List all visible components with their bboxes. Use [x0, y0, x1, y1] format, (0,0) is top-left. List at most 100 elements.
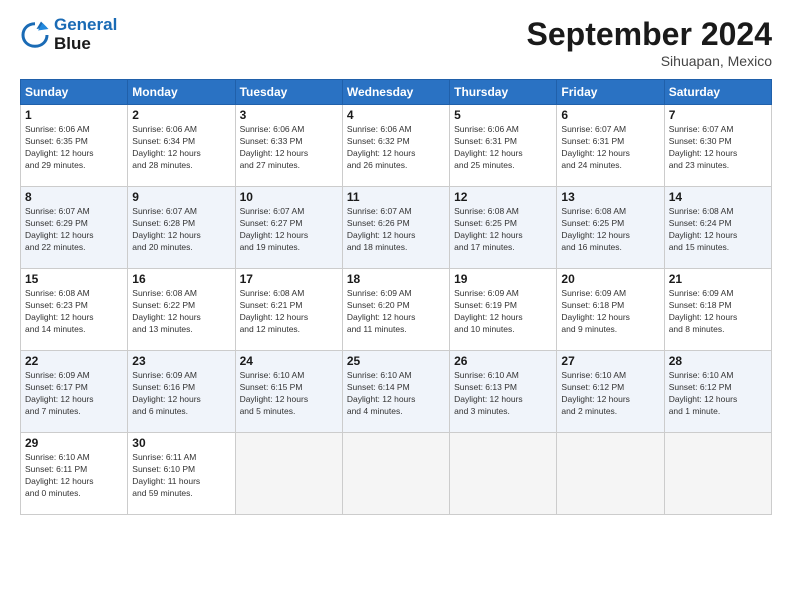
- day-info: Sunrise: 6:10 AM Sunset: 6:11 PM Dayligh…: [25, 452, 123, 500]
- calendar-day-cell: 10 Sunrise: 6:07 AM Sunset: 6:27 PM Dayli…: [235, 187, 342, 269]
- calendar-table: SundayMondayTuesdayWednesdayThursdayFrid…: [20, 79, 772, 515]
- day-number: 21: [669, 272, 767, 286]
- day-number: 10: [240, 190, 338, 204]
- day-number: 28: [669, 354, 767, 368]
- day-number: 5: [454, 108, 552, 122]
- logo: General Blue: [20, 16, 117, 53]
- calendar-day-cell: 28 Sunrise: 6:10 AM Sunset: 6:12 PM Dayli…: [664, 351, 771, 433]
- day-info: Sunrise: 6:07 AM Sunset: 6:30 PM Dayligh…: [669, 124, 767, 172]
- col-header-saturday: Saturday: [664, 80, 771, 105]
- calendar-day-cell: 19 Sunrise: 6:09 AM Sunset: 6:19 PM Dayli…: [450, 269, 557, 351]
- location: Sihuapan, Mexico: [527, 53, 772, 69]
- day-number: 19: [454, 272, 552, 286]
- logo-icon: [20, 20, 50, 50]
- calendar-week-row: 8Sunrise: 6:07 AM Sunset: 6:29 PM Daylig…: [21, 187, 772, 269]
- calendar-day-cell: 26 Sunrise: 6:10 AM Sunset: 6:13 PM Dayli…: [450, 351, 557, 433]
- calendar-day-cell: 21 Sunrise: 6:09 AM Sunset: 6:18 PM Dayli…: [664, 269, 771, 351]
- day-number: 12: [454, 190, 552, 204]
- day-info: Sunrise: 6:09 AM Sunset: 6:19 PM Dayligh…: [454, 288, 552, 336]
- calendar-empty-cell: [342, 433, 449, 515]
- day-number: 3: [240, 108, 338, 122]
- calendar-day-cell: 13 Sunrise: 6:08 AM Sunset: 6:25 PM Dayli…: [557, 187, 664, 269]
- calendar-week-row: 29 Sunrise: 6:10 AM Sunset: 6:11 PM Dayli…: [21, 433, 772, 515]
- day-number: 25: [347, 354, 445, 368]
- day-number: 4: [347, 108, 445, 122]
- day-info: Sunrise: 6:10 AM Sunset: 6:12 PM Dayligh…: [669, 370, 767, 418]
- day-number: 30: [132, 436, 230, 450]
- calendar-header-row: SundayMondayTuesdayWednesdayThursdayFrid…: [21, 80, 772, 105]
- day-number: 7: [669, 108, 767, 122]
- calendar-day-cell: 15 Sunrise: 6:08 AM Sunset: 6:23 PM Dayli…: [21, 269, 128, 351]
- day-number: 6: [561, 108, 659, 122]
- day-number: 15: [25, 272, 123, 286]
- day-number: 20: [561, 272, 659, 286]
- calendar-empty-cell: [235, 433, 342, 515]
- day-info: Sunrise: 6:10 AM Sunset: 6:13 PM Dayligh…: [454, 370, 552, 418]
- calendar-day-cell: 30 Sunrise: 6:11 AM Sunset: 6:10 PM Dayli…: [128, 433, 235, 515]
- day-info: Sunrise: 6:08 AM Sunset: 6:22 PM Dayligh…: [132, 288, 230, 336]
- day-info: Sunrise: 6:09 AM Sunset: 6:18 PM Dayligh…: [561, 288, 659, 336]
- day-number: 22: [25, 354, 123, 368]
- day-number: 11: [347, 190, 445, 204]
- day-info: Sunrise: 6:07 AM Sunset: 6:28 PM Dayligh…: [132, 206, 230, 254]
- calendar-day-cell: 2Sunrise: 6:06 AM Sunset: 6:34 PM Daylig…: [128, 105, 235, 187]
- col-header-tuesday: Tuesday: [235, 80, 342, 105]
- calendar-day-cell: 8Sunrise: 6:07 AM Sunset: 6:29 PM Daylig…: [21, 187, 128, 269]
- calendar-day-cell: 14 Sunrise: 6:08 AM Sunset: 6:24 PM Dayli…: [664, 187, 771, 269]
- col-header-monday: Monday: [128, 80, 235, 105]
- calendar-day-cell: 17Sunrise: 6:08 AM Sunset: 6:21 PM Dayli…: [235, 269, 342, 351]
- calendar-week-row: 15 Sunrise: 6:08 AM Sunset: 6:23 PM Dayli…: [21, 269, 772, 351]
- title-block: September 2024 Sihuapan, Mexico: [527, 16, 772, 69]
- day-number: 29: [25, 436, 123, 450]
- day-info: Sunrise: 6:08 AM Sunset: 6:25 PM Dayligh…: [454, 206, 552, 254]
- day-info: Sunrise: 6:10 AM Sunset: 6:14 PM Dayligh…: [347, 370, 445, 418]
- day-info: Sunrise: 6:09 AM Sunset: 6:17 PM Dayligh…: [25, 370, 123, 418]
- day-info: Sunrise: 6:10 AM Sunset: 6:15 PM Dayligh…: [240, 370, 338, 418]
- month-title: September 2024: [527, 16, 772, 53]
- calendar-week-row: 22 Sunrise: 6:09 AM Sunset: 6:17 PM Dayli…: [21, 351, 772, 433]
- day-number: 26: [454, 354, 552, 368]
- calendar-day-cell: 6Sunrise: 6:07 AM Sunset: 6:31 PM Daylig…: [557, 105, 664, 187]
- day-number: 9: [132, 190, 230, 204]
- day-info: Sunrise: 6:08 AM Sunset: 6:25 PM Dayligh…: [561, 206, 659, 254]
- day-number: 14: [669, 190, 767, 204]
- calendar-day-cell: 7 Sunrise: 6:07 AM Sunset: 6:30 PM Daylig…: [664, 105, 771, 187]
- header: General Blue September 2024 Sihuapan, Me…: [20, 16, 772, 69]
- day-number: 8: [25, 190, 123, 204]
- day-info: Sunrise: 6:06 AM Sunset: 6:35 PM Dayligh…: [25, 124, 123, 172]
- day-info: Sunrise: 6:07 AM Sunset: 6:27 PM Dayligh…: [240, 206, 338, 254]
- calendar-day-cell: 16 Sunrise: 6:08 AM Sunset: 6:22 PM Dayli…: [128, 269, 235, 351]
- day-number: 24: [240, 354, 338, 368]
- day-info: Sunrise: 6:09 AM Sunset: 6:18 PM Dayligh…: [669, 288, 767, 336]
- day-info: Sunrise: 6:08 AM Sunset: 6:24 PM Dayligh…: [669, 206, 767, 254]
- calendar-day-cell: 9 Sunrise: 6:07 AM Sunset: 6:28 PM Daylig…: [128, 187, 235, 269]
- col-header-friday: Friday: [557, 80, 664, 105]
- day-number: 18: [347, 272, 445, 286]
- col-header-sunday: Sunday: [21, 80, 128, 105]
- calendar-empty-cell: [557, 433, 664, 515]
- day-info: Sunrise: 6:11 AM Sunset: 6:10 PM Dayligh…: [132, 452, 230, 500]
- calendar-day-cell: 29 Sunrise: 6:10 AM Sunset: 6:11 PM Dayli…: [21, 433, 128, 515]
- calendar-day-cell: 20 Sunrise: 6:09 AM Sunset: 6:18 PM Dayli…: [557, 269, 664, 351]
- day-number: 16: [132, 272, 230, 286]
- calendar-day-cell: 1 Sunrise: 6:06 AM Sunset: 6:35 PM Daylig…: [21, 105, 128, 187]
- calendar-day-cell: 22 Sunrise: 6:09 AM Sunset: 6:17 PM Dayli…: [21, 351, 128, 433]
- day-info: Sunrise: 6:08 AM Sunset: 6:23 PM Dayligh…: [25, 288, 123, 336]
- calendar-empty-cell: [664, 433, 771, 515]
- day-info: Sunrise: 6:07 AM Sunset: 6:26 PM Dayligh…: [347, 206, 445, 254]
- day-info: Sunrise: 6:06 AM Sunset: 6:31 PM Dayligh…: [454, 124, 552, 172]
- day-number: 13: [561, 190, 659, 204]
- day-number: 27: [561, 354, 659, 368]
- day-info: Sunrise: 6:06 AM Sunset: 6:32 PM Dayligh…: [347, 124, 445, 172]
- calendar-day-cell: 12 Sunrise: 6:08 AM Sunset: 6:25 PM Dayli…: [450, 187, 557, 269]
- col-header-wednesday: Wednesday: [342, 80, 449, 105]
- calendar-empty-cell: [450, 433, 557, 515]
- day-number: 1: [25, 108, 123, 122]
- col-header-thursday: Thursday: [450, 80, 557, 105]
- calendar-day-cell: 11 Sunrise: 6:07 AM Sunset: 6:26 PM Dayli…: [342, 187, 449, 269]
- calendar-day-cell: 25 Sunrise: 6:10 AM Sunset: 6:14 PM Dayli…: [342, 351, 449, 433]
- calendar-day-cell: 5 Sunrise: 6:06 AM Sunset: 6:31 PM Daylig…: [450, 105, 557, 187]
- calendar-day-cell: 23Sunrise: 6:09 AM Sunset: 6:16 PM Dayli…: [128, 351, 235, 433]
- calendar-day-cell: 24 Sunrise: 6:10 AM Sunset: 6:15 PM Dayli…: [235, 351, 342, 433]
- day-info: Sunrise: 6:08 AM Sunset: 6:21 PM Dayligh…: [240, 288, 338, 336]
